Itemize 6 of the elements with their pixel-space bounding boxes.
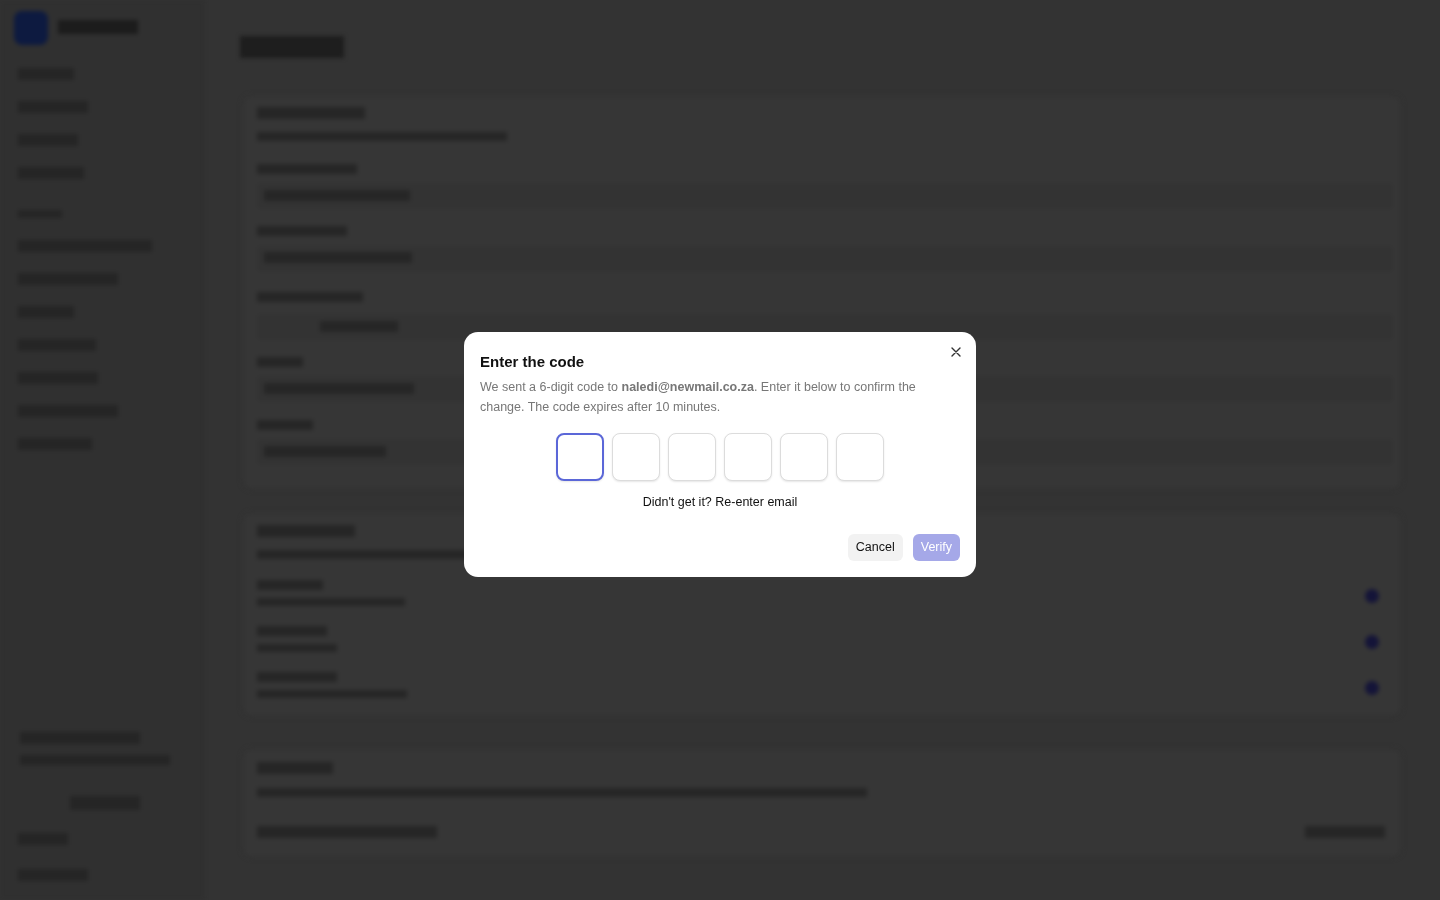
code-digit-field[interactable] — [556, 433, 604, 481]
close-icon[interactable] — [950, 346, 962, 358]
dialog-message: We sent a 6-digit code to naledi@newmail.co.za. Enter it below to confirm the change. The code expires after 10 minutes. — [480, 379, 917, 416]
resend-link[interactable]: Didn't get it? Re-enter email — [480, 493, 960, 512]
dialog-title: Enter the code — [480, 353, 585, 371]
cancel-button[interactable]: Cancel — [847, 533, 903, 561]
